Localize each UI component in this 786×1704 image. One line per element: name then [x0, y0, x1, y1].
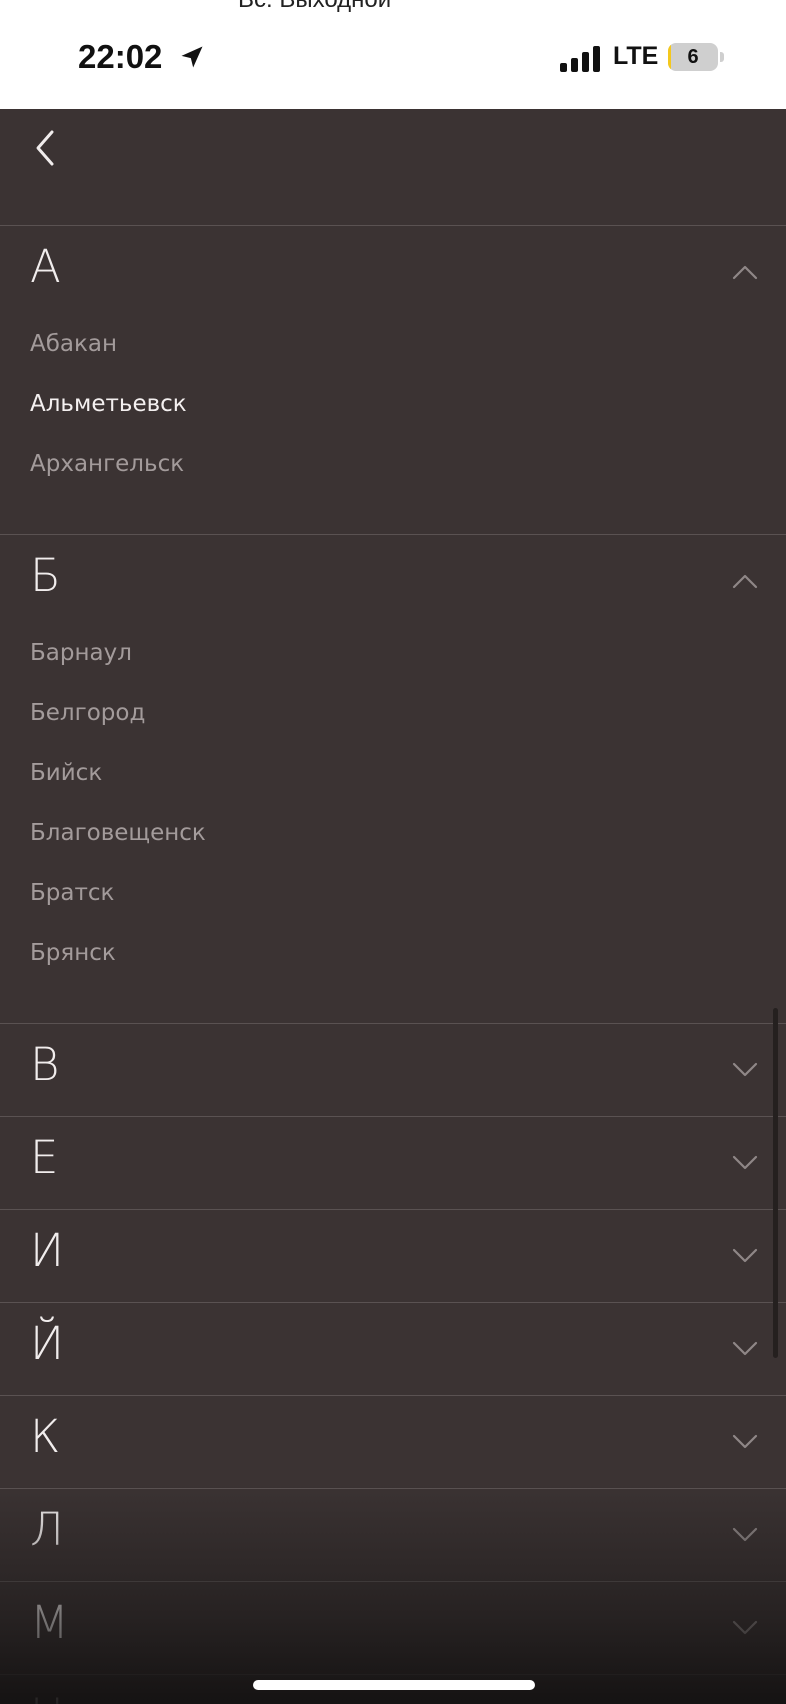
city-item[interactable]: Белгород [0, 683, 786, 743]
city-list[interactable]: А Абакан Альметьевск Архангельск Б Барнаул Бел… [0, 225, 786, 1704]
chevron-down-icon[interactable] [732, 1527, 758, 1543]
city-item[interactable]: Брянск [0, 923, 786, 983]
chevron-down-icon[interactable] [732, 1248, 758, 1264]
section-header[interactable]: К [0, 1396, 786, 1488]
section-letter: Б [30, 549, 61, 602]
letter-section: А Абакан Альметьевск Архангельск [0, 225, 786, 534]
city-item[interactable]: Абакан [0, 314, 786, 374]
section-letter: Е [30, 1131, 59, 1184]
battery-percent: 6 [687, 46, 699, 68]
city-items: Барнаул Белгород Бийск Благовещенск Братск Бр… [0, 623, 786, 1023]
status-bar: Вс: Выходной 22:02 LTE 6 [0, 0, 786, 109]
section-header[interactable]: И [0, 1210, 786, 1302]
city-item[interactable]: Благовещенск [0, 803, 786, 863]
letter-section: Б Барнаул Белгород Бийск Благовещенск Братск Б… [0, 534, 786, 1023]
chevron-left-icon [36, 130, 54, 166]
battery-tip [720, 52, 724, 62]
letter-section: Л [0, 1488, 786, 1581]
city-item[interactable]: Бийск [0, 743, 786, 803]
city-item[interactable]: Альметьевск [0, 374, 786, 434]
section-letter: М [30, 1596, 69, 1649]
city-item[interactable]: Архангельск [0, 434, 786, 494]
section-header[interactable]: М [0, 1582, 786, 1674]
section-header[interactable]: В [0, 1024, 786, 1116]
city-item[interactable]: Братск [0, 863, 786, 923]
section-header[interactable]: Е [0, 1117, 786, 1209]
battery-icon: 6 [668, 43, 718, 71]
letter-section: Й [0, 1302, 786, 1395]
signal-icon [560, 46, 600, 72]
section-header[interactable]: Б [0, 535, 786, 623]
chevron-up-icon[interactable] [732, 264, 758, 280]
section-letter: И [30, 1224, 64, 1277]
chevron-down-icon[interactable] [732, 1620, 758, 1636]
section-header[interactable]: Л [0, 1489, 786, 1581]
status-time: 22:02 [78, 38, 163, 75]
section-letter: Й [30, 1317, 64, 1370]
letter-section: К [0, 1395, 786, 1488]
location-arrow-icon [181, 46, 203, 68]
letter-section: В [0, 1023, 786, 1116]
letter-section: Е [0, 1116, 786, 1209]
chevron-down-icon[interactable] [732, 1155, 758, 1171]
network-type: LTE [613, 42, 659, 70]
chevron-down-icon[interactable] [732, 1434, 758, 1450]
city-items: Абакан Альметьевск Архангельск [0, 314, 786, 534]
home-indicator [253, 1680, 535, 1690]
status-cut-text: Вс: Выходной [238, 0, 391, 14]
section-letter: Н [30, 1689, 64, 1704]
section-header[interactable]: Й [0, 1303, 786, 1395]
chevron-up-icon[interactable] [732, 573, 758, 589]
letter-section: М [0, 1581, 786, 1674]
scrollbar-thumb[interactable] [773, 1008, 778, 1358]
letter-section: И [0, 1209, 786, 1302]
section-letter: А [30, 240, 61, 293]
section-header[interactable]: А [0, 226, 786, 314]
section-letter: К [30, 1410, 61, 1463]
section-letter: В [30, 1038, 60, 1091]
city-item[interactable]: Барнаул [0, 623, 786, 683]
back-button[interactable] [30, 128, 64, 168]
chevron-down-icon[interactable] [732, 1341, 758, 1357]
section-letter: Л [30, 1503, 64, 1556]
chevron-down-icon[interactable] [732, 1062, 758, 1078]
